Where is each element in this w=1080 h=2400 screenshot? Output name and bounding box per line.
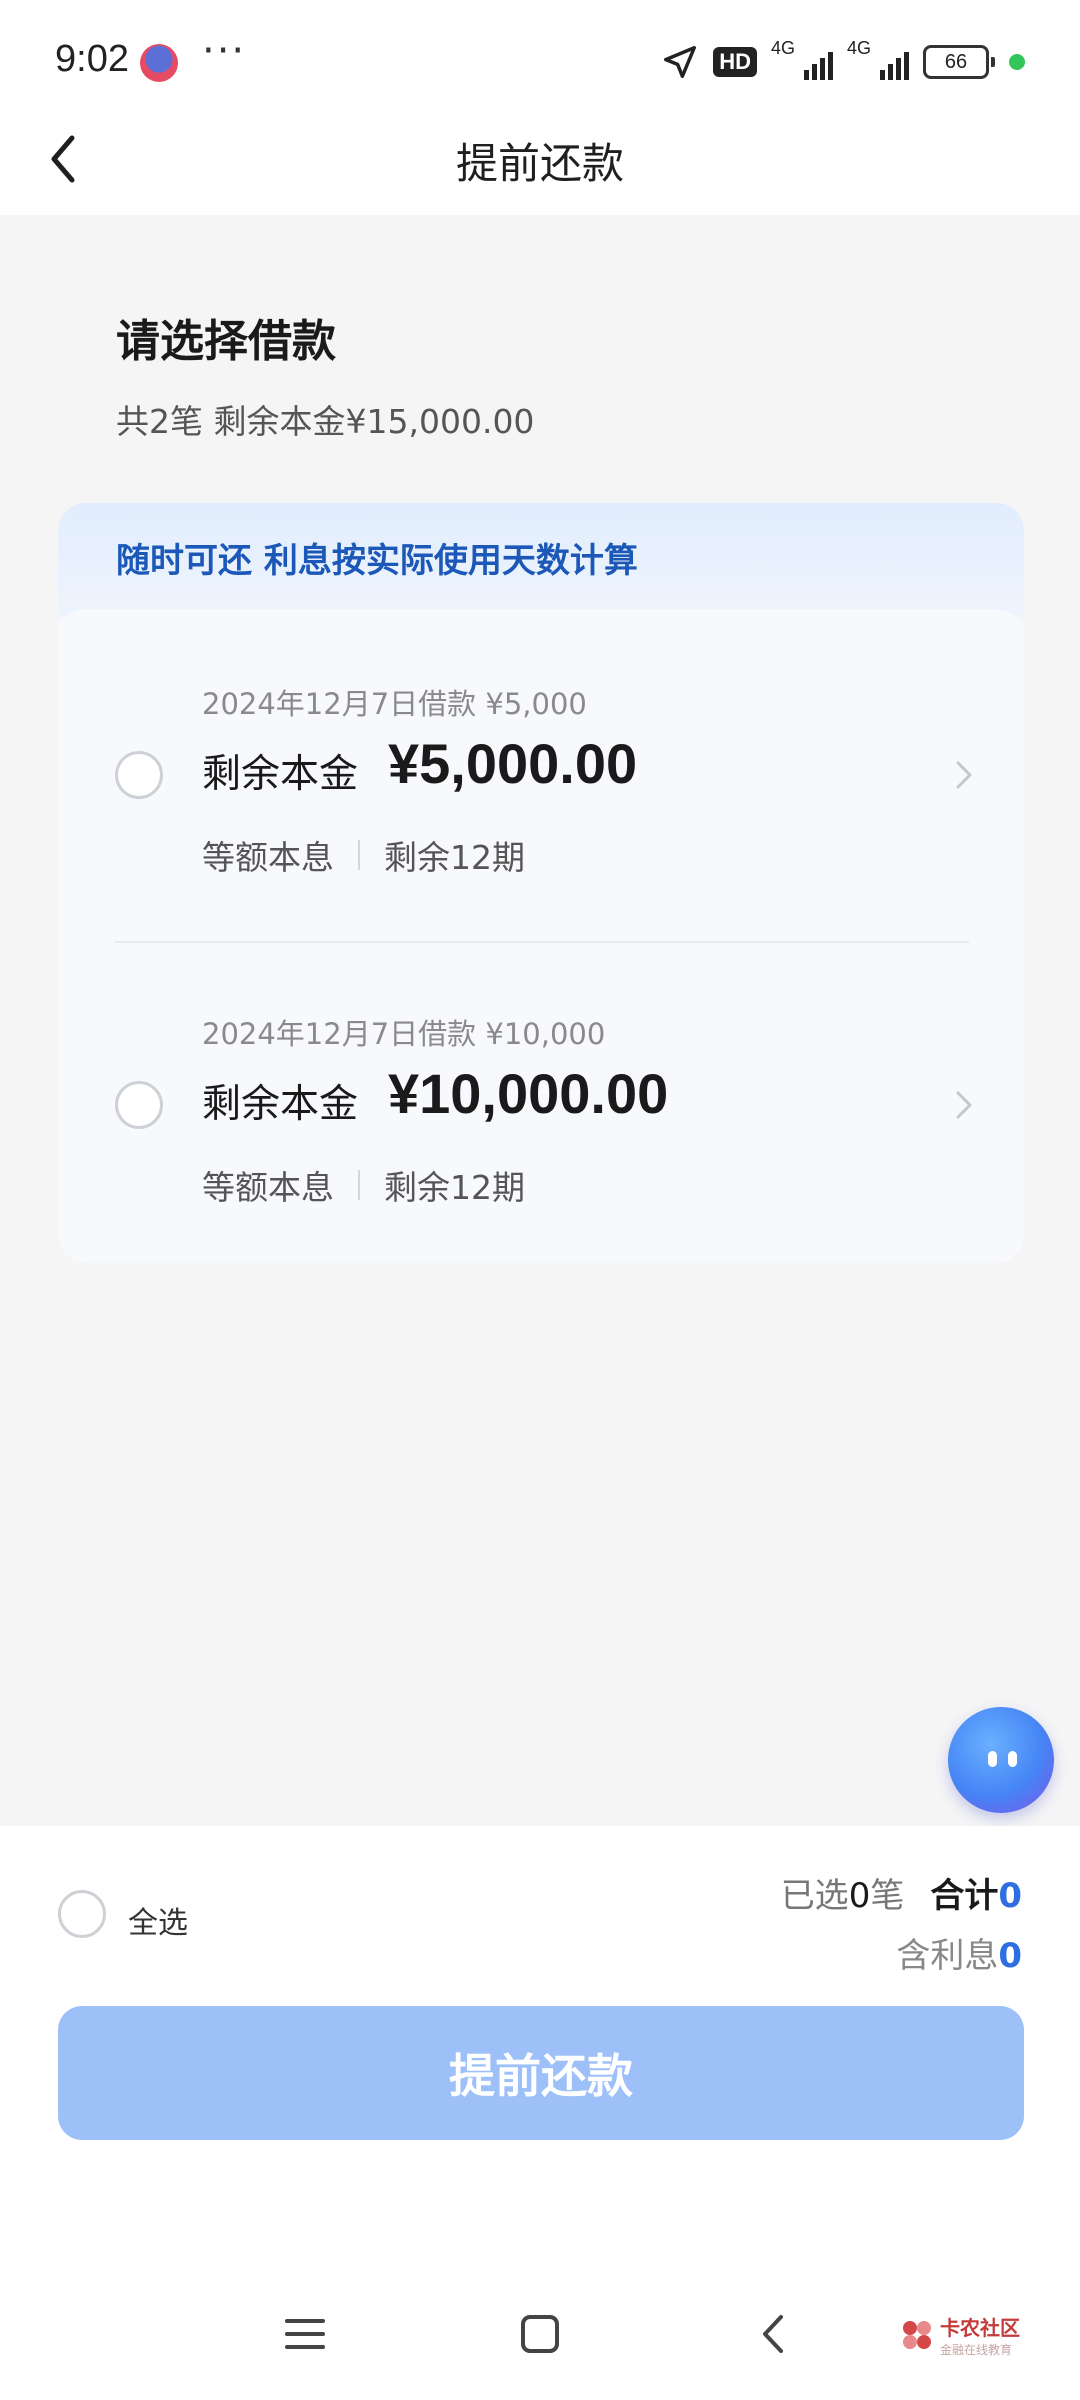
section-title: 请选择借款 bbox=[116, 316, 336, 367]
remaining-periods: 剩余12期 bbox=[384, 1168, 525, 1207]
loan-date-amount: 2024年12月7日借款 ¥5,000 bbox=[202, 687, 587, 721]
chevron-right-icon bbox=[956, 1091, 972, 1119]
watermark-text: 卡农社区 金融在线教育 bbox=[940, 2312, 1020, 2358]
loan-radio[interactable] bbox=[115, 1081, 163, 1129]
principal-amount: ¥5,000.00 bbox=[388, 732, 638, 795]
selected-count: 0 bbox=[848, 1876, 871, 1916]
watermark-line1: 卡农社区 bbox=[940, 2316, 1020, 2340]
total-value: 0 bbox=[998, 1876, 1022, 1916]
loan-list: 2024年12月7日借款 ¥5,000 剩余本金 ¥5,000.00 等额本息 … bbox=[58, 609, 1024, 1263]
watermark: 卡农社区 金融在线教育 bbox=[900, 2312, 1020, 2358]
repayment-method: 等额本息 bbox=[202, 1168, 334, 1207]
selected-suffix: 笔 bbox=[870, 1876, 905, 1916]
principal-label: 剩余本金 bbox=[202, 1082, 359, 1127]
loan-item[interactable]: 2024年12月7日借款 ¥10,000 剩余本金 ¥10,000.00 等额本… bbox=[58, 939, 1024, 1249]
loan-item[interactable]: 2024年12月7日借款 ¥5,000 剩余本金 ¥5,000.00 等额本息 … bbox=[58, 609, 1024, 919]
privacy-indicator-icon bbox=[1009, 54, 1025, 70]
page-title: 提前还款 bbox=[455, 139, 624, 188]
selected-prefix: 已选 bbox=[780, 1876, 849, 1916]
repayment-method: 等额本息 bbox=[202, 838, 334, 877]
loan-radio[interactable] bbox=[115, 751, 163, 799]
hd-badge: HD bbox=[713, 47, 757, 77]
battery-icon: 66 bbox=[923, 45, 995, 79]
section-subtitle: 共2笔 剩余本金¥15,000.00 bbox=[116, 402, 535, 441]
select-all-label[interactable]: 全选 bbox=[128, 1898, 188, 1942]
network-type-label: 4G bbox=[847, 38, 872, 58]
assistant-bot-icon[interactable] bbox=[948, 1707, 1054, 1813]
chevron-right-icon bbox=[956, 761, 972, 789]
status-bar: 9:02 ··· HD 4G 4G 66 bbox=[0, 0, 1080, 120]
meta-divider bbox=[358, 1170, 360, 1200]
repay-info-banner: 随时可还 利息按实际使用天数计算 bbox=[116, 541, 638, 581]
selection-summary: 已选 0 笔 合计 0 bbox=[781, 1868, 1022, 1917]
interest-summary: 含利息 0 bbox=[896, 1928, 1022, 1977]
app-notification-icon bbox=[140, 44, 178, 82]
bot-eye bbox=[1008, 1751, 1017, 1767]
remaining-periods: 剩余12期 bbox=[384, 838, 525, 877]
signal-icon: 4G bbox=[847, 38, 909, 82]
status-time: 9:02 bbox=[55, 38, 129, 80]
select-all-radio[interactable] bbox=[58, 1890, 106, 1938]
principal-amount: ¥10,000.00 bbox=[388, 1062, 669, 1125]
principal-label: 剩余本金 bbox=[202, 752, 359, 797]
interest-value: 0 bbox=[998, 1936, 1022, 1976]
watermark-logo-icon bbox=[903, 2321, 931, 2349]
interest-label: 含利息 bbox=[896, 1936, 999, 1976]
prepay-button[interactable]: 提前还款 bbox=[58, 2006, 1024, 2140]
loan-meta: 等额本息 剩余12期 bbox=[202, 1161, 525, 1209]
battery-level: 66 bbox=[923, 45, 989, 79]
loan-meta: 等额本息 剩余12期 bbox=[202, 831, 525, 879]
status-right-group: HD 4G 4G 66 bbox=[661, 38, 1025, 84]
home-icon[interactable] bbox=[518, 2312, 562, 2356]
total-label: 合计 bbox=[930, 1876, 999, 1916]
meta-divider bbox=[358, 840, 360, 870]
back-nav-icon[interactable] bbox=[755, 2312, 791, 2356]
more-notifications-icon: ··· bbox=[202, 28, 247, 74]
signal-icon: 4G bbox=[771, 38, 833, 82]
menu-icon[interactable] bbox=[283, 2312, 327, 2356]
loan-date-amount: 2024年12月7日借款 ¥10,000 bbox=[202, 1017, 606, 1051]
bot-eye bbox=[988, 1751, 997, 1767]
network-type-label: 4G bbox=[771, 38, 796, 58]
loan-card: 随时可还 利息按实际使用天数计算 2024年12月7日借款 ¥5,000 剩余本… bbox=[58, 503, 1024, 1263]
watermark-line2: 金融在线教育 bbox=[940, 2343, 1013, 2357]
location-arrow-icon bbox=[661, 43, 699, 81]
app-header: 提前还款 bbox=[0, 120, 1080, 215]
